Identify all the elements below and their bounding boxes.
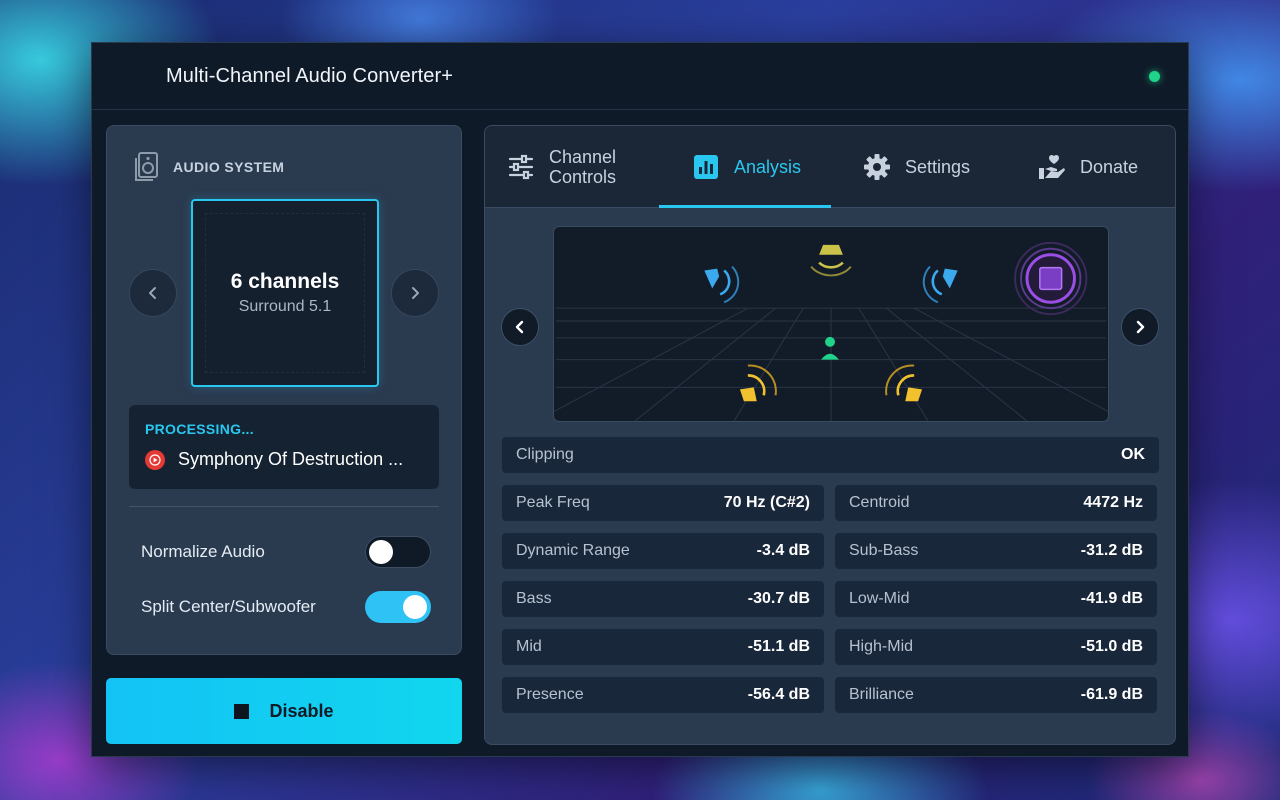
stat-value: -51.0 dB	[1080, 638, 1143, 655]
stat-label: Centroid	[849, 494, 910, 511]
title-bar: Multi-Channel Audio Converter+	[92, 43, 1188, 110]
stat-label: Brilliance	[849, 686, 914, 703]
clipping-value: OK	[1121, 446, 1145, 463]
stat-value: -56.4 dB	[747, 686, 810, 703]
disable-button[interactable]: Disable	[106, 678, 462, 744]
front-left-speaker-icon	[704, 265, 740, 304]
stat-brilliance: Brilliance -61.9 dB	[835, 677, 1157, 713]
normalize-audio-row: Normalize Audio	[141, 536, 431, 568]
tab-analysis[interactable]: Analysis	[692, 126, 801, 208]
tab-settings[interactable]: Settings	[863, 126, 970, 208]
stat-low-mid: Low-Mid -41.9 dB	[835, 581, 1157, 617]
youtube-music-icon	[145, 449, 165, 470]
audio-system-header: AUDIO SYSTEM	[135, 152, 284, 182]
active-tab-indicator	[659, 205, 831, 208]
tab-settings-label: Settings	[905, 157, 971, 177]
stat-value: -41.9 dB	[1080, 590, 1143, 607]
rear-left-speaker-icon	[739, 364, 777, 402]
processing-label: PROCESSING...	[145, 421, 254, 437]
stop-icon	[234, 703, 250, 719]
split-center-toggle[interactable]	[365, 591, 431, 623]
viz-prev-button[interactable]	[501, 308, 539, 346]
stat-label: Bass	[516, 590, 552, 607]
audio-system-label: AUDIO SYSTEM	[173, 159, 285, 175]
stat-high-mid: High-Mid -51.0 dB	[835, 629, 1157, 665]
stat-sub-bass: Sub-Bass -31.2 dB	[835, 533, 1157, 569]
stat-value: -30.7 dB	[747, 590, 810, 607]
gear-icon	[864, 154, 890, 180]
stat-label: Dynamic Range	[516, 542, 630, 559]
tab-donate-label: Donate	[1080, 157, 1139, 177]
chevron-left-icon	[515, 320, 524, 334]
speaker-layout-graphic	[554, 241, 1108, 421]
stat-value: -31.2 dB	[1080, 542, 1143, 559]
viz-next-button[interactable]	[1121, 308, 1159, 346]
now-playing: Symphony Of Destruction ...	[145, 449, 423, 470]
toggle-knob	[403, 595, 427, 619]
stat-value: -61.9 dB	[1080, 686, 1143, 703]
stat-label: Low-Mid	[849, 590, 910, 607]
subwoofer-icon	[1014, 241, 1088, 316]
stat-peak-freq: Peak Freq 70 Hz (C#2)	[502, 485, 824, 521]
divider	[129, 506, 439, 507]
donate-hand-icon	[1039, 154, 1065, 179]
stat-value: 4472 Hz	[1083, 494, 1143, 511]
chevron-left-icon	[149, 287, 156, 299]
split-center-row: Split Center/Subwoofer	[141, 591, 431, 623]
chevron-right-icon	[1136, 320, 1145, 334]
stat-label: Peak Freq	[516, 494, 590, 511]
stat-label: High-Mid	[849, 638, 914, 655]
normalize-audio-toggle[interactable]	[365, 536, 431, 568]
listener-icon	[821, 336, 839, 360]
stat-bass: Bass -30.7 dB	[502, 581, 824, 617]
channel-layout-card[interactable]: 6 channels Surround 5.1	[191, 199, 379, 387]
chevron-right-icon	[412, 287, 419, 299]
floor-grid	[554, 307, 1108, 421]
speaker-visualizer	[553, 226, 1109, 422]
tab-bar: Channel Controls Analysis Settings Donat…	[485, 126, 1175, 208]
tab-analysis-label: Analysis	[734, 157, 802, 177]
tab-channel-controls[interactable]: Channel Controls	[507, 126, 629, 208]
stat-value: 70 Hz (C#2)	[723, 494, 810, 511]
speaker-icon	[135, 152, 158, 181]
track-title: Symphony Of Destruction ...	[178, 449, 404, 469]
sliders-icon	[508, 154, 534, 180]
stat-dynamic-range: Dynamic Range -3.4 dB	[502, 533, 824, 569]
tab-donate[interactable]: Donate	[1038, 126, 1138, 208]
front-right-speaker-icon	[922, 265, 958, 304]
center-speaker-icon	[810, 244, 852, 277]
analysis-panel: Channel Controls Analysis Settings Donat…	[484, 125, 1176, 745]
chart-icon	[694, 155, 718, 179]
app-title: Multi-Channel Audio Converter+	[166, 64, 454, 87]
audio-wave-logo-icon	[123, 62, 147, 90]
tab-channel-controls-label: Channel Controls	[549, 147, 617, 187]
split-center-label: Split Center/Subwoofer	[141, 597, 316, 616]
stat-presence: Presence -56.4 dB	[502, 677, 824, 713]
audio-system-panel: AUDIO SYSTEM 6 channels Surround 5.1 PRO…	[106, 125, 462, 655]
stat-value: -3.4 dB	[756, 542, 810, 559]
stat-label: Presence	[516, 686, 584, 703]
clipping-label: Clipping	[516, 446, 574, 463]
rear-right-speaker-icon	[885, 364, 923, 402]
clipping-row: Clipping OK	[502, 437, 1159, 473]
stat-centroid: Centroid 4472 Hz	[835, 485, 1157, 521]
prev-system-button[interactable]	[129, 269, 177, 317]
normalize-audio-label: Normalize Audio	[141, 542, 265, 561]
stat-mid: Mid -51.1 dB	[502, 629, 824, 665]
channel-mode: Surround 5.1	[238, 298, 332, 315]
app-window: Multi-Channel Audio Converter+ AUDIO SYS…	[91, 42, 1189, 757]
stat-label: Sub-Bass	[849, 542, 919, 559]
next-system-button[interactable]	[391, 269, 439, 317]
toggle-knob	[369, 540, 393, 564]
processing-status: PROCESSING... Symphony Of Destruction ..…	[129, 405, 439, 489]
stat-value: -51.1 dB	[747, 638, 810, 655]
disable-button-label: Disable	[269, 700, 334, 721]
stat-label: Mid	[516, 638, 542, 655]
channel-count: 6 channels	[230, 270, 340, 293]
status-indicator	[1149, 71, 1160, 82]
